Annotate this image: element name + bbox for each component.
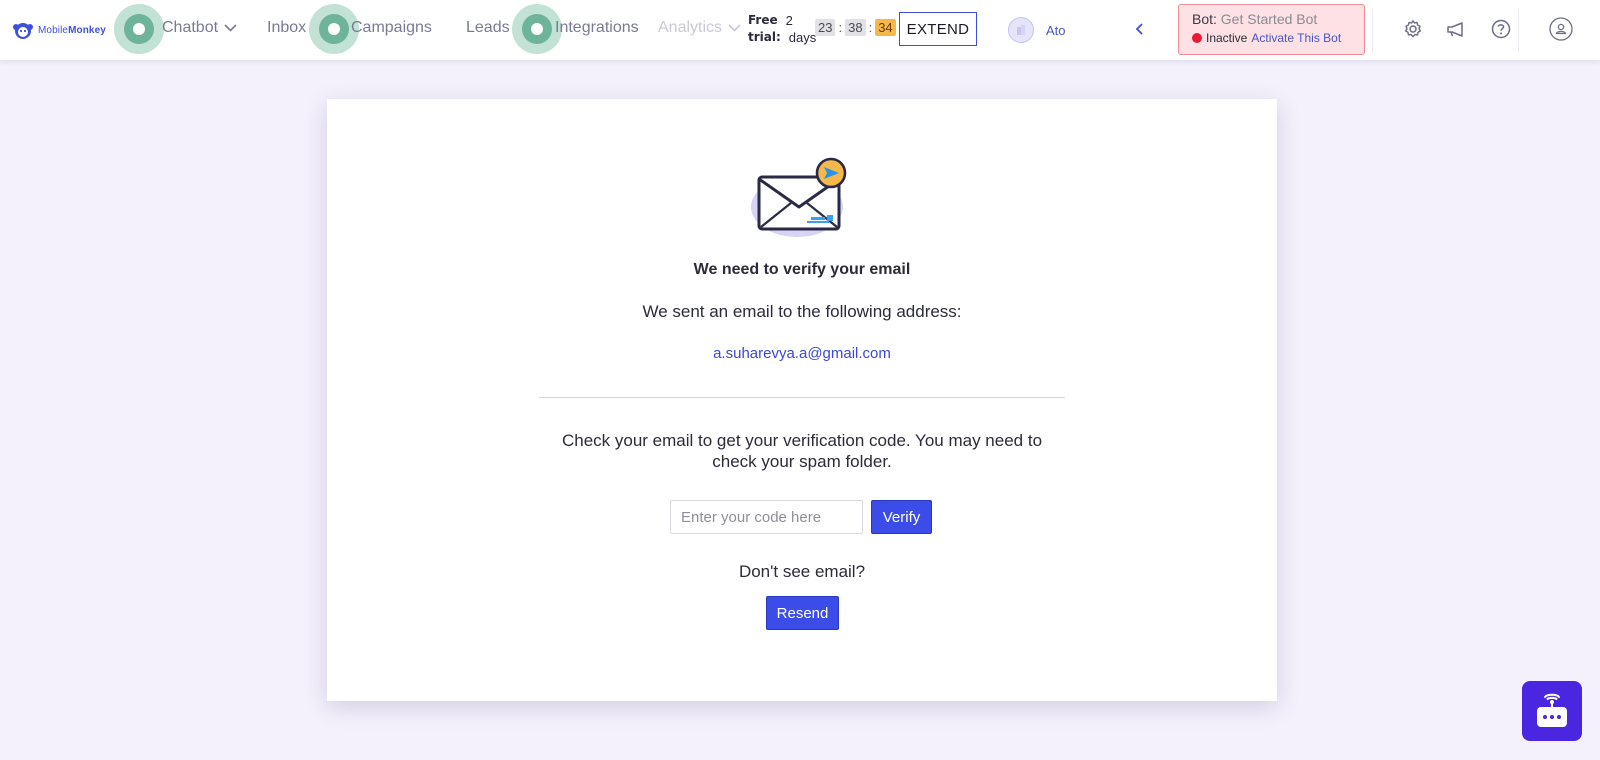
megaphone-icon	[1447, 22, 1463, 37]
countdown-hours: 23	[815, 19, 836, 36]
email-sent-message: We sent an email to the following addres…	[642, 302, 962, 321]
nav-campaigns[interactable]: Campaigns	[351, 19, 432, 37]
announcements-button[interactable]	[1443, 16, 1469, 42]
brand-logo[interactable]: MobileMonkey	[12, 19, 106, 41]
email-address: a.suharevya.a@gmail.com	[713, 345, 891, 362]
bot-status: Inactive	[1206, 31, 1248, 45]
user-menu[interactable]: Ato	[1008, 17, 1066, 43]
bot-label: Bot:	[1192, 11, 1217, 27]
nav-inbox[interactable]: Inbox	[267, 19, 306, 37]
top-navigation-bar: MobileMonkey Chatbot Inbox Campaigns Lea…	[0, 0, 1600, 60]
settings-button[interactable]	[1400, 16, 1426, 42]
chevron-left-icon[interactable]	[1133, 21, 1147, 37]
page-title: We need to verify your email	[693, 261, 911, 278]
chatbot-icon	[1537, 693, 1567, 727]
user-name: Ato	[1046, 22, 1066, 38]
chevron-down-icon	[728, 24, 741, 32]
resend-button[interactable]: Resend	[766, 596, 839, 630]
chevron-down-icon	[224, 24, 237, 32]
nav-campaigns-label: Campaigns	[351, 19, 432, 36]
email-envelope-icon	[751, 157, 847, 237]
free-trial-indicator: Free 2 trial: days	[748, 12, 816, 46]
verification-code-input[interactable]	[670, 500, 863, 534]
nav-leads[interactable]: Leads	[466, 19, 510, 37]
countdown-minutes: 38	[845, 19, 866, 36]
onboarding-hotspot-chatbot[interactable]	[114, 4, 164, 54]
gear-icon	[1404, 20, 1422, 38]
monkey-logo-icon	[13, 23, 33, 39]
account-button[interactable]	[1548, 16, 1574, 42]
trial-days-unit: days	[788, 30, 817, 45]
verify-email-card: We need to verify your email We sent an …	[327, 99, 1277, 701]
header-divider	[1372, 8, 1373, 52]
trial-label-trial: trial:	[748, 30, 781, 44]
help-button[interactable]	[1488, 16, 1514, 42]
nav-analytics[interactable]: Analytics	[658, 19, 741, 37]
nav-integrations-label: Integrations	[555, 19, 639, 36]
bot-name: Get Started Bot	[1220, 11, 1318, 27]
nav-inbox-label: Inbox	[267, 19, 307, 36]
nav-chatbot[interactable]: Chatbot	[162, 19, 237, 37]
trial-countdown: 23 : 38 : 34	[815, 19, 896, 36]
countdown-seconds: 34	[875, 19, 896, 36]
nav-analytics-label: Analytics	[658, 19, 723, 36]
trial-days-count: 2	[785, 13, 793, 28]
trial-label-free: Free	[748, 13, 778, 27]
chat-widget-button[interactable]	[1522, 681, 1582, 741]
verification-instructions: Check your email to get your verificatio…	[561, 431, 1043, 471]
nav-integrations[interactable]: Integrations	[555, 19, 639, 37]
activate-bot-link[interactable]: Activate This Bot	[1251, 31, 1341, 45]
header-divider	[1518, 8, 1519, 52]
page-avatar-icon	[1017, 25, 1025, 35]
inactive-status-dot	[1192, 33, 1202, 43]
bot-status-panel[interactable]: Bot: Get Started Bot Inactive Activate T…	[1178, 4, 1365, 55]
nav-chatbot-label: Chatbot	[162, 19, 219, 36]
nav-leads-label: Leads	[466, 19, 510, 36]
avatar	[1008, 17, 1034, 43]
help-icon	[1491, 19, 1511, 39]
dont-see-email-text: Don't see email?	[738, 562, 866, 581]
extend-trial-button[interactable]: EXTEND	[899, 12, 977, 46]
verify-button[interactable]: Verify	[871, 500, 932, 534]
user-icon	[1549, 17, 1573, 41]
section-divider	[539, 397, 1065, 398]
brand-name: MobileMonkey	[38, 24, 106, 36]
